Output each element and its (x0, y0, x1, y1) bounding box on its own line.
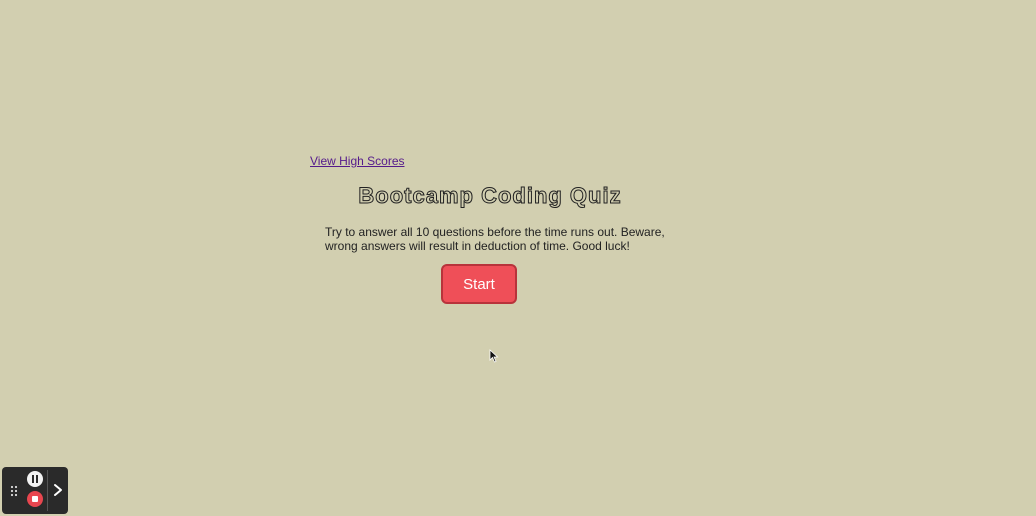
view-high-scores-link[interactable]: View High Scores (310, 154, 405, 168)
recording-toolbar (2, 467, 68, 514)
quiz-instructions: Try to answer all 10 questions before th… (325, 225, 665, 253)
stop-icon[interactable] (27, 491, 43, 507)
mouse-cursor-icon (489, 349, 499, 363)
start-button[interactable]: Start (441, 264, 517, 304)
quiz-title: Bootcamp Coding Quiz (358, 183, 622, 209)
drag-handle-icon[interactable] (9, 485, 19, 497)
pause-icon[interactable] (27, 471, 43, 487)
chevron-right-icon[interactable] (51, 481, 65, 499)
page: View High Scores Bootcamp Coding Quiz Tr… (0, 0, 1036, 516)
toolbar-divider (47, 470, 48, 511)
